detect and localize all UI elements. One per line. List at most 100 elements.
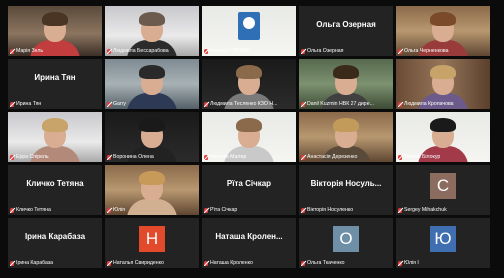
mic-muted-icon — [398, 260, 402, 266]
participant-display-name: Рїта Січкар — [226, 179, 272, 188]
avatar: Н — [139, 226, 165, 252]
participant-hair — [430, 65, 456, 79]
institute-logo — [238, 12, 260, 40]
participant-name-label: Кличко Тетяна — [16, 207, 51, 213]
participant-caption: Danil Kuzmin НВК 27 дире... — [301, 101, 391, 107]
participant-caption: Рїта Січкар — [204, 207, 294, 213]
participant-tile[interactable]: Ю Юлія І — [396, 218, 490, 268]
participant-tile[interactable]: Людмила Бессарабова — [105, 6, 199, 56]
participant-tile[interactable]: Ольга Озерная Ольга Озерная — [299, 6, 393, 56]
participant-tile[interactable]: Ірина Карабаза Ірина Карабаза — [8, 218, 102, 268]
participant-tile[interactable]: Кличко Тетяна Кличко Тетяна — [8, 165, 102, 215]
participant-caption: Ірина Карабаза — [10, 260, 100, 266]
participant-tile[interactable]: Наташа Кролен... Наташа Кроленко — [202, 218, 296, 268]
participant-tile[interactable]: Garry — [105, 59, 199, 109]
participant-caption: Наташа Кроленко — [204, 260, 294, 266]
mic-muted-icon — [10, 101, 14, 107]
mic-muted-icon — [10, 207, 14, 213]
participant-name-label: Марія Зель — [16, 48, 44, 54]
participant-caption: Юлія — [107, 207, 197, 213]
participant-tile[interactable]: Марія Зель — [8, 6, 102, 56]
participant-display-name: Ірина Карабаза — [24, 232, 86, 241]
mic-muted-icon — [398, 207, 402, 213]
participant-name-label: Ольга Озерная — [307, 48, 344, 54]
participant-hair — [333, 65, 359, 79]
participant-hair — [236, 118, 262, 132]
participant-caption: Наталья Свириденко — [107, 260, 197, 266]
mic-muted-icon — [204, 260, 208, 266]
participant-gallery: Марія Зель Людмила Бессарабова Інститут "Т… — [8, 6, 490, 268]
participant-caption: Людмила Кропачова — [398, 101, 488, 107]
mic-muted-icon — [10, 260, 14, 266]
participant-caption: Наталія Малер — [204, 154, 294, 160]
participant-hair — [42, 12, 68, 26]
participant-caption: Ольга Озерная — [301, 48, 391, 54]
participant-name-label: Людмила Кропачова — [404, 101, 454, 107]
mic-muted-icon — [107, 207, 111, 213]
participant-tile[interactable]: Тетяна Білокур — [396, 112, 490, 162]
participant-display-name: Вікторія Носуль... — [310, 179, 382, 188]
participant-tile[interactable]: Анастасія Дерезенко — [299, 112, 393, 162]
participant-name-label: Тетяна Білокур — [404, 154, 441, 160]
participant-caption: Sergey Mihakchuk — [398, 207, 488, 213]
participant-name-label: Ольга Ткаченко — [307, 260, 345, 266]
participant-tile[interactable]: Інститут "ТЮМА" — [202, 6, 296, 56]
avatar: C — [430, 173, 456, 199]
participant-tile[interactable]: Ерра Спірель — [8, 112, 102, 162]
mic-muted-icon — [204, 207, 208, 213]
participant-tile[interactable]: Ирина Тян Ирина Тян — [8, 59, 102, 109]
participant-tile[interactable]: Вікторія Носуль... Вікторія Носуленко — [299, 165, 393, 215]
participant-hair — [139, 118, 165, 132]
mic-muted-icon — [107, 101, 111, 107]
mic-muted-icon — [301, 101, 305, 107]
participant-name-label: Наталья Свириденко — [113, 260, 164, 266]
participant-tile[interactable]: C Sergey Mihakchuk — [396, 165, 490, 215]
participant-tile[interactable]: Людмила Кропачова — [396, 59, 490, 109]
participant-caption: Ирина Тян — [10, 101, 100, 107]
participant-name-label: Наталія Малер — [210, 154, 247, 160]
participant-tile[interactable]: Н Наталья Свириденко — [105, 218, 199, 268]
participant-display-name: Ирина Тян — [34, 73, 76, 82]
mic-muted-icon — [204, 154, 208, 160]
participant-name-label: Воронина Олена — [113, 154, 154, 160]
participant-display-name: Кличко Тетяна — [26, 179, 84, 188]
mic-muted-icon — [398, 101, 402, 107]
participant-caption: Людмила Бессарабова — [107, 48, 197, 54]
participant-caption: Ольга Ткаченко — [301, 260, 391, 266]
participant-caption: Ерра Спірель — [10, 154, 100, 160]
participant-tile[interactable]: Людмила Тесленко КЗО Н... — [202, 59, 296, 109]
participant-tile[interactable]: Рїта Січкар Рїта Січкар — [202, 165, 296, 215]
mic-muted-icon — [301, 154, 305, 160]
participant-caption: Воронина Олена — [107, 154, 197, 160]
participant-name-label: Юлія І — [404, 260, 419, 266]
participant-tile[interactable]: Наталія Малер — [202, 112, 296, 162]
participant-hair — [139, 171, 165, 185]
mic-muted-icon — [107, 48, 111, 54]
participant-tile[interactable]: Ольга Черненкова — [396, 6, 490, 56]
mic-muted-icon — [204, 101, 208, 107]
participant-caption: Garry — [107, 101, 197, 107]
participant-tile[interactable]: Danil Kuzmin НВК 27 дире... — [299, 59, 393, 109]
participant-name-label: Garry — [113, 101, 126, 107]
participant-name-label: Юлія — [113, 207, 125, 213]
participant-hair — [42, 118, 68, 132]
mic-muted-icon — [398, 154, 402, 160]
participant-name-label: Ольга Черненкова — [404, 48, 449, 54]
mic-muted-icon — [204, 48, 208, 54]
participant-name-label: Ирина Тян — [16, 101, 42, 107]
mic-muted-icon — [301, 207, 305, 213]
participant-caption: Тетяна Білокур — [398, 154, 488, 160]
participant-name-label: Рїта Січкар — [210, 207, 238, 213]
mic-muted-icon — [107, 260, 111, 266]
participant-tile[interactable]: Юлія — [105, 165, 199, 215]
participant-tile[interactable]: Воронина Олена — [105, 112, 199, 162]
participant-name-label: Наташа Кроленко — [210, 260, 253, 266]
participant-hair — [236, 65, 262, 79]
mic-muted-icon — [10, 48, 14, 54]
mic-muted-icon — [301, 260, 305, 266]
mic-muted-icon — [107, 154, 111, 160]
participant-tile[interactable]: О Ольга Ткаченко — [299, 218, 393, 268]
avatar: О — [333, 226, 359, 252]
participant-caption: Кличко Тетяна — [10, 207, 100, 213]
participant-hair — [333, 118, 359, 132]
